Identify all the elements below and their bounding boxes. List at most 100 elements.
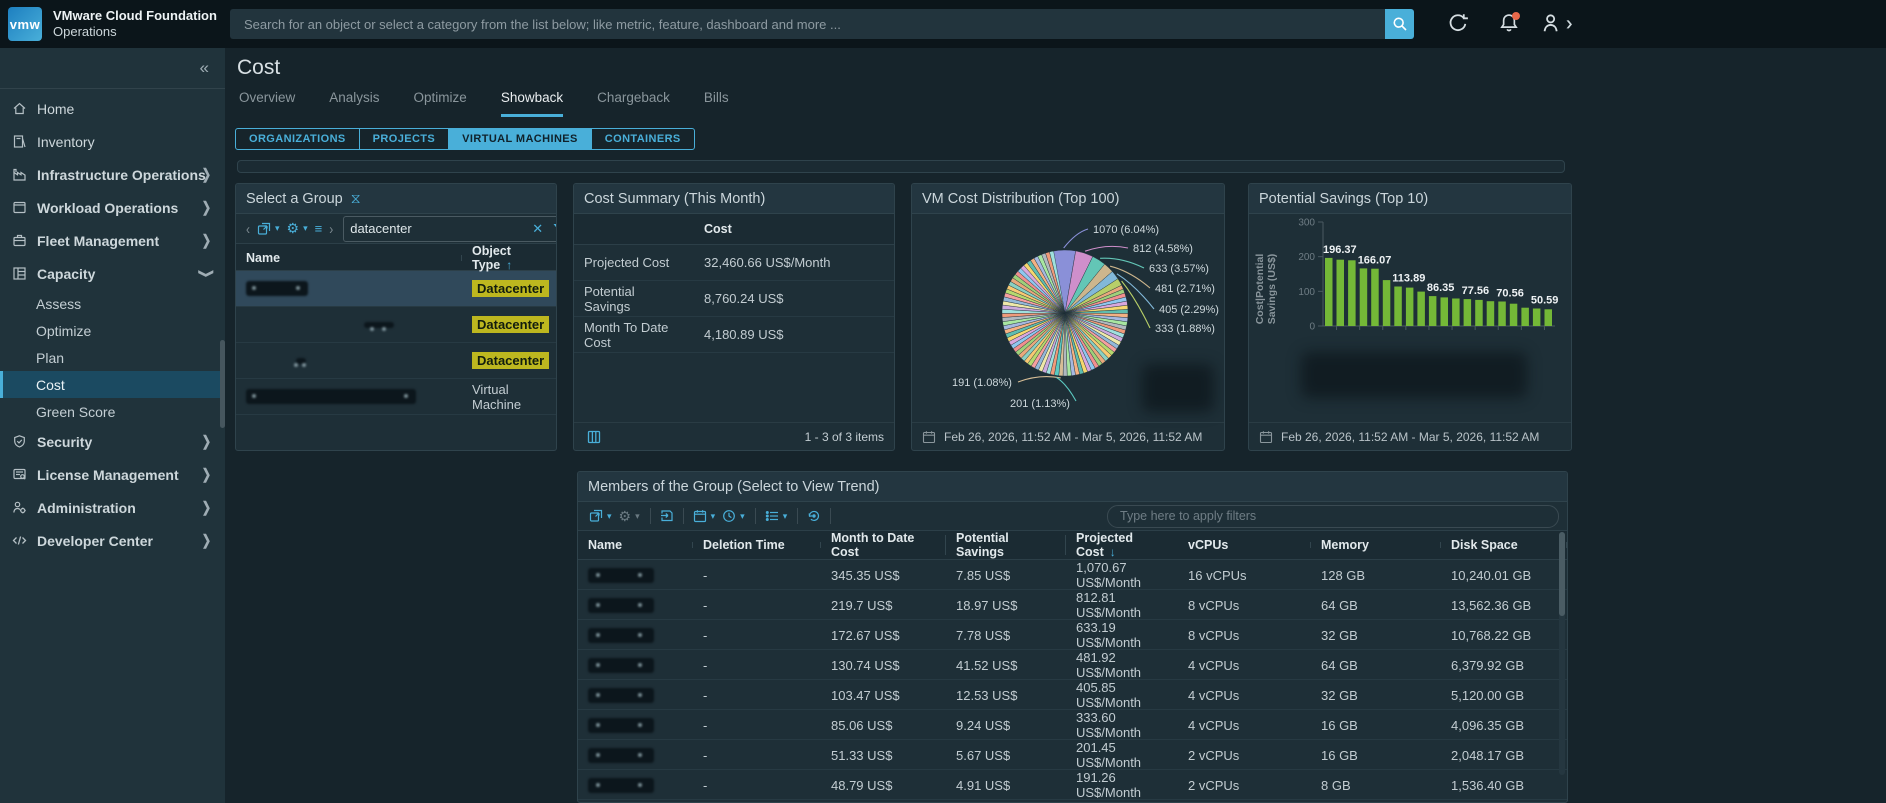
group-table-row[interactable]: Virtual Machine (236, 379, 556, 415)
chevron-down-icon[interactable]: ▾ (740, 511, 745, 522)
members-table-row[interactable]: - 51.33 US$ 5.67 US$ 201.45 US$/Month 2 vCPU… (578, 740, 1567, 770)
chevron-down-icon[interactable]: ▾ (635, 511, 640, 522)
subtab-projects[interactable]: PROJECTS (358, 128, 450, 150)
refresh-icon[interactable] (1447, 12, 1471, 36)
sidebar-collapse-icon[interactable]: « (200, 58, 209, 78)
group-table-row[interactable]: Datacenter (236, 271, 556, 307)
chevron-down-icon[interactable]: ▾ (303, 223, 308, 234)
chevron-down-icon[interactable]: ▾ (783, 511, 788, 522)
clock-icon[interactable] (722, 509, 736, 523)
sidebar-item-green-score[interactable]: Green Score (0, 398, 225, 425)
columns-picker-icon[interactable] (587, 430, 601, 444)
chevron-down-icon[interactable]: ▾ (275, 223, 280, 234)
redacted-area (1142, 364, 1214, 412)
date-range[interactable]: Feb 26, 2026, 11:52 AM - Mar 5, 2026, 11… (944, 430, 1202, 444)
sidebar-item-workload-operations[interactable]: Workload Operations ❯ (0, 191, 225, 224)
group-search-input[interactable] (350, 221, 527, 236)
list-view-icon[interactable] (765, 509, 779, 523)
search-button[interactable] (1385, 9, 1414, 39)
group-row-object-type: Virtual Machine (462, 382, 556, 412)
tab-showback[interactable]: Showback (500, 90, 564, 117)
sidebar-item-assess[interactable]: Assess (0, 290, 225, 317)
summary-row[interactable]: Projected Cost 32,460.66 US$/Month (574, 245, 894, 281)
group-row-object-type: Datacenter (462, 352, 556, 369)
sidebar-item-security[interactable]: Security ❯ (0, 425, 225, 458)
sidebar-item-plan[interactable]: Plan (0, 344, 225, 371)
members-scrollbar[interactable] (1559, 532, 1565, 775)
column-header-name[interactable]: Name (236, 251, 462, 265)
column-header-deletion-time[interactable]: Deletion Time (693, 538, 821, 552)
date-range[interactable]: Feb 26, 2026, 11:52 AM - Mar 5, 2026, 11… (1281, 430, 1539, 444)
collapsed-panel-strip[interactable] (237, 160, 1565, 173)
page-next-icon[interactable]: › (325, 220, 337, 237)
tab-overview[interactable]: Overview (239, 90, 295, 117)
column-header-vcpus[interactable]: vCPUs (1178, 538, 1311, 552)
summary-value: 4,180.89 US$ (704, 327, 784, 342)
subtab-organizations[interactable]: ORGANIZATIONS (235, 128, 360, 150)
summary-table-body: Projected Cost 32,460.66 US$/Month Potenti… (574, 245, 894, 353)
sidebar-item-capacity[interactable]: Capacity ❯ (0, 257, 225, 290)
column-header-disk-space[interactable]: Disk Space (1441, 538, 1567, 552)
members-filter-input[interactable] (1120, 509, 1546, 523)
tab-analysis[interactable]: Analysis (329, 90, 379, 117)
summary-row[interactable]: Potential Savings 8,760.24 US$ (574, 281, 894, 317)
sidebar-item-administration[interactable]: Administration ❯ (0, 491, 225, 524)
sort-list-icon[interactable]: ≡ (315, 221, 323, 236)
sidebar-item-developer-center[interactable]: Developer Center ❯ (0, 524, 225, 557)
group-table-row[interactable]: Datacenter (236, 343, 556, 379)
sidebar-item-cost[interactable]: Cost (0, 371, 225, 398)
members-table-row[interactable]: - 48.79 US$ 4.91 US$ 191.26 US$/Month 2 vCPU… (578, 770, 1567, 800)
column-header-month-to-date-cost[interactable]: Month to Date Cost (821, 531, 946, 559)
column-header-potential-savings[interactable]: Potential Savings (946, 531, 1066, 559)
summary-row[interactable]: Month To Date Cost 4,180.89 US$ (574, 317, 894, 353)
column-header-name[interactable]: Name (578, 538, 693, 552)
global-search-input[interactable] (230, 9, 1385, 39)
sidebar-item-optimize[interactable]: Optimize (0, 317, 225, 344)
tab-bills[interactable]: Bills (704, 90, 729, 117)
svg-text:196.37: 196.37 (1323, 244, 1357, 256)
subtab-virtual-machines[interactable]: VIRTUAL MACHINES (448, 128, 592, 150)
hourglass-icon[interactable]: ⧖ (351, 190, 361, 207)
chevron-down-icon[interactable]: ▾ (711, 511, 716, 522)
column-header-memory[interactable]: Memory (1311, 538, 1441, 552)
members-table-row[interactable]: - 130.74 US$ 41.52 US$ 481.92 US$/Month 4 vC… (578, 650, 1567, 680)
column-header-object-type[interactable]: Object Type ↑ (462, 244, 556, 272)
column-header-cost[interactable]: Cost (694, 222, 894, 236)
sidebar-item-fleet-management[interactable]: Fleet Management ❯ (0, 224, 225, 257)
sidebar-item-home[interactable]: Home (0, 92, 225, 125)
filter-funnel-icon[interactable] (552, 222, 556, 236)
group-search-box: ✕ (343, 215, 556, 242)
sidebar-item-infrastructure-operations[interactable]: Infrastructure Operations ❯ (0, 158, 225, 191)
members-table-row[interactable]: - 219.7 US$ 18.97 US$ 812.81 US$/Month 8 vCP… (578, 590, 1567, 620)
vmware-logo[interactable]: vmw (8, 7, 42, 41)
open-in-window-icon[interactable] (589, 509, 603, 523)
group-table-row[interactable]: Datacenter (236, 307, 556, 343)
sidebar-item-inventory[interactable]: Inventory (0, 125, 225, 158)
member-mtd-cost: 48.79 US$ (831, 777, 893, 793)
user-menu-icon[interactable]: ❯ (1541, 12, 1573, 36)
svg-text:50.59: 50.59 (1531, 295, 1559, 307)
export-icon[interactable] (660, 509, 674, 523)
members-table-row[interactable]: - 103.47 US$ 12.53 US$ 405.85 US$/Month 4 vC… (578, 680, 1567, 710)
members-table-row[interactable]: - 172.67 US$ 7.78 US$ 633.19 US$/Month 8 vCP… (578, 620, 1567, 650)
subtab-containers[interactable]: CONTAINERS (590, 128, 695, 150)
chevron-down-icon[interactable]: ▾ (607, 511, 612, 522)
open-in-window-icon[interactable] (257, 222, 271, 236)
sidebar-scrollbar[interactable] (220, 340, 225, 428)
column-header-projected-cost[interactable]: Projected Cost ↓ (1066, 531, 1178, 559)
clear-search-icon[interactable]: ✕ (526, 221, 549, 237)
fleet-icon (12, 233, 28, 249)
members-table-row[interactable]: - 345.35 US$ 7.85 US$ 1,070.67 US$/Month 16 … (578, 560, 1567, 590)
tab-optimize[interactable]: Optimize (414, 90, 467, 117)
gear-icon[interactable]: ⚙ (287, 220, 300, 237)
calendar-icon[interactable] (693, 509, 707, 523)
members-table-row[interactable]: - 85.06 US$ 9.24 US$ 333.60 US$/Month 4 vCPU… (578, 710, 1567, 740)
member-disk-space: 1,536.40 GB (1451, 777, 1524, 793)
sidebar-item-license-management[interactable]: License Management ❯ (0, 458, 225, 491)
gear-icon[interactable]: ⚙ (619, 508, 632, 525)
restore-defaults-icon[interactable] (807, 509, 821, 523)
sidebar-item-label: Developer Center (37, 532, 153, 549)
tab-chargeback[interactable]: Chargeback (597, 90, 670, 117)
page-prev-icon[interactable]: ‹ (242, 220, 254, 237)
notifications-bell-icon[interactable] (1498, 12, 1522, 36)
